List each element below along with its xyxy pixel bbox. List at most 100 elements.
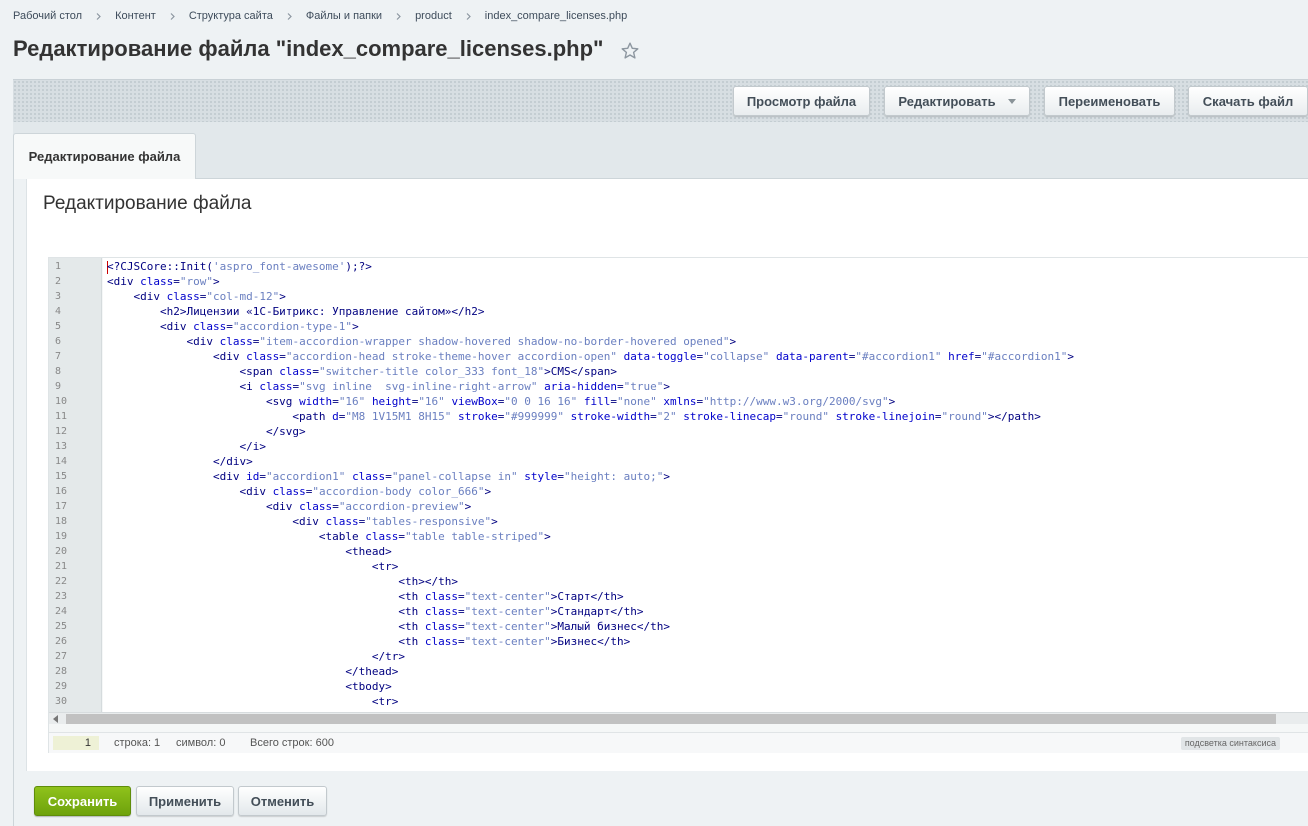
download-file-button[interactable]: Скачать файл (1188, 86, 1308, 116)
code-tag: = (332, 500, 339, 513)
code-tag: <?CJSCore::Init( (107, 260, 213, 273)
code-tag: <div (107, 470, 247, 483)
line-number: 23 (55, 591, 68, 602)
breadcrumb-item-site-structure[interactable]: Структура сайта (189, 10, 273, 22)
breadcrumb-item-files-folders[interactable]: Файлы и папки (306, 10, 382, 22)
code-line: <tr> (107, 559, 399, 574)
code-line: <tbody> (107, 679, 391, 694)
line-number: 15 (55, 471, 68, 482)
scrollbar-thumb[interactable] (66, 714, 1276, 724)
scroll-left-icon[interactable] (53, 715, 58, 723)
code-tag: <div (107, 320, 194, 333)
code-string: "accordion-preview" (338, 500, 465, 513)
code-tag (564, 410, 571, 423)
code-attribute: class (259, 380, 293, 393)
line-number: 12 (55, 426, 68, 437)
line-number: 11 (55, 411, 68, 422)
code-string: "table table-striped" (405, 530, 545, 543)
code-tag: = (385, 470, 392, 483)
code-text-area[interactable]: <?CJSCore::Init('aspro_font-awesome');?>… (103, 258, 1308, 712)
code-string: "none" (617, 395, 657, 408)
code-line: <table class="table table-striped"> (107, 529, 551, 544)
code-tag: > (1067, 350, 1074, 363)
syntax-highlight-toggle[interactable]: подсветка синтаксиса (1180, 737, 1280, 750)
code-attribute: height (371, 395, 412, 408)
code-tag: </i> (107, 440, 266, 453)
code-string: "accordion-head stroke-theme-hover accor… (285, 350, 617, 363)
code-tag (577, 395, 584, 408)
line-number: 10 (55, 396, 68, 407)
edit-dropdown-button[interactable]: Редактировать (884, 86, 1030, 116)
current-line-field[interactable]: 1 (53, 736, 99, 750)
code-string: "round" (941, 410, 988, 423)
code-line: <div class="tables-responsive"> (107, 514, 497, 529)
tab-strip: Редактирование файла (13, 122, 1308, 179)
code-line: <?CJSCore::Init('aspro_font-awesome');?> (107, 259, 372, 274)
breadcrumb-item-desktop[interactable]: Рабочий стол (13, 10, 82, 22)
code-string: "text-center" (464, 620, 551, 633)
chevron-right-icon (273, 10, 306, 22)
line-number: 7 (55, 351, 62, 362)
code-tag: = (650, 410, 657, 423)
code-attribute: class (424, 605, 459, 618)
code-attribute: class (325, 515, 359, 528)
code-tag: > (279, 290, 286, 303)
page-title: Редактирование файла "index_compare_lice… (13, 36, 604, 61)
code-attribute: class (140, 275, 174, 288)
code-string: "tables-responsive" (365, 515, 492, 528)
tab-edit-file[interactable]: Редактирование файла (13, 133, 196, 179)
total-lines: Всего строк: 600 (250, 737, 334, 749)
code-string: "svg inline svg-inline-right-arrow" (299, 380, 538, 393)
code-tag: <i (107, 380, 260, 393)
code-line: </i> (107, 439, 266, 454)
code-attribute: class (246, 350, 280, 363)
code-tag: = (259, 470, 266, 483)
code-line: <th class="text-center">Стандарт</th> (107, 604, 643, 619)
code-tag: <tr> (107, 560, 399, 573)
code-line: <div class="row"> (107, 274, 220, 289)
code-line: </thead> (107, 664, 398, 679)
breadcrumb-item-product[interactable]: product (415, 10, 452, 22)
caret-down-icon (1007, 98, 1016, 104)
code-attribute: class (279, 365, 313, 378)
line-number: 2 (55, 276, 62, 287)
apply-button[interactable]: Применить (136, 786, 234, 816)
code-tag: > (484, 485, 492, 498)
code-tag: = (279, 350, 286, 363)
cancel-button[interactable]: Отменить (238, 786, 327, 816)
code-string: "true" (623, 380, 664, 393)
line-number: 22 (55, 576, 68, 587)
code-tag: <path (107, 410, 333, 423)
code-tag: </svg> (107, 425, 306, 438)
line-number: 9 (55, 381, 62, 392)
code-tag: = (173, 275, 180, 288)
code-line: <th class="text-center">Бизнес</th> (107, 634, 630, 649)
code-tag: > (544, 530, 551, 543)
rename-button[interactable]: Переименовать (1044, 86, 1175, 116)
code-line: <div class="accordion-head stroke-theme-… (107, 349, 1074, 364)
code-string: "accordion1" (265, 470, 346, 483)
line-number: 26 (55, 636, 68, 647)
code-tag: <th (107, 635, 425, 648)
breadcrumb-item-content[interactable]: Контент (115, 10, 156, 22)
code-tag: > (464, 500, 472, 513)
chevron-right-icon (452, 10, 485, 22)
code-string: "16" (338, 395, 366, 408)
code-string: "round" (782, 410, 829, 423)
code-tag: > (352, 320, 359, 333)
code-tag: = (458, 605, 465, 618)
code-tag: = (775, 410, 783, 423)
code-attribute: fill (583, 395, 611, 408)
code-attribute: class (424, 620, 459, 633)
horizontal-scrollbar[interactable] (49, 712, 1308, 724)
code-tag (617, 350, 624, 363)
view-file-button[interactable]: Просмотр файла (733, 86, 870, 116)
breadcrumb-item-current-file: index_compare_licenses.php (484, 10, 628, 22)
line-number: 30 (55, 696, 68, 707)
code-string: "text-center" (464, 635, 551, 648)
code-string: "accordion-type-1" (232, 320, 353, 333)
code-tag: = (934, 410, 942, 423)
save-button[interactable]: Сохранить (34, 786, 131, 816)
star-icon[interactable] (620, 41, 640, 61)
code-string: 'aspro_font-awesome' (212, 260, 346, 273)
